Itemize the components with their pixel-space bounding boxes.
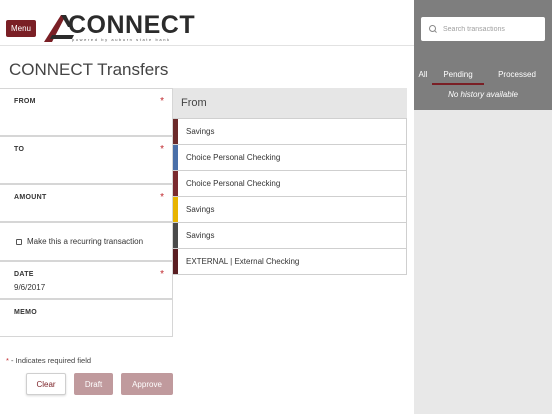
amount-label: AMOUNT bbox=[14, 194, 47, 201]
required-star: * bbox=[160, 96, 164, 107]
account-color-bar bbox=[173, 145, 178, 170]
draft-button[interactable]: Draft bbox=[74, 373, 113, 395]
required-star: * bbox=[160, 269, 164, 280]
transactions-panel-header: All Pending Processed No history availab… bbox=[414, 0, 552, 110]
picker-title: From bbox=[173, 88, 407, 119]
account-list: Savings Choice Personal Checking Choice Pe… bbox=[173, 119, 407, 275]
from-account-picker: From Savings Choice Personal Checking Choi… bbox=[173, 88, 407, 275]
date-value: 9/6/2017 bbox=[14, 283, 46, 292]
to-label: TO bbox=[14, 146, 25, 153]
logo-tagline: powered by Auburn State Bank bbox=[72, 37, 171, 42]
logo-wordmark: CONNECT bbox=[68, 11, 196, 39]
empty-history-text: No history available bbox=[448, 90, 518, 99]
account-option[interactable]: Savings bbox=[173, 119, 407, 145]
transaction-tabs: All Pending Processed bbox=[414, 63, 552, 85]
account-color-bar bbox=[173, 171, 178, 196]
page-title: CONNECT Transfers bbox=[9, 60, 169, 79]
transactions-panel: All Pending Processed No history availab… bbox=[414, 0, 552, 414]
tab-processed[interactable]: Processed bbox=[486, 63, 548, 85]
tab-pending[interactable]: Pending bbox=[432, 63, 484, 85]
memo-field[interactable]: MEMO bbox=[0, 299, 173, 337]
app-header: Menu CONNECT powered by Auburn State Ban… bbox=[0, 0, 414, 46]
account-name: EXTERNAL | External Checking bbox=[186, 257, 300, 266]
approve-button[interactable]: Approve bbox=[121, 373, 173, 395]
account-option[interactable]: Savings bbox=[173, 197, 407, 223]
to-field[interactable]: TO * bbox=[0, 136, 173, 184]
search-icon bbox=[429, 24, 438, 34]
account-name: Choice Personal Checking bbox=[186, 179, 281, 188]
account-name: Choice Personal Checking bbox=[186, 153, 281, 162]
account-color-bar bbox=[173, 223, 178, 248]
from-field[interactable]: FROM * bbox=[0, 88, 173, 136]
menu-button[interactable]: Menu bbox=[6, 20, 36, 37]
required-star: * bbox=[160, 144, 164, 155]
recurring-label[interactable]: Make this a recurring transaction bbox=[27, 237, 143, 246]
account-option[interactable]: Choice Personal Checking bbox=[173, 171, 407, 197]
amount-field[interactable]: AMOUNT * bbox=[0, 184, 173, 222]
account-name: Savings bbox=[186, 205, 215, 214]
active-tab-indicator bbox=[432, 83, 484, 85]
search-input[interactable] bbox=[443, 25, 538, 33]
account-color-bar bbox=[173, 249, 178, 274]
date-field[interactable]: DATE * 9/6/2017 bbox=[0, 261, 173, 299]
account-name: Savings bbox=[186, 231, 215, 240]
clear-button[interactable]: Clear bbox=[26, 373, 66, 395]
date-label: DATE bbox=[14, 271, 34, 278]
required-star: * bbox=[160, 192, 164, 203]
recurring-checkbox[interactable] bbox=[16, 239, 22, 245]
memo-label: MEMO bbox=[14, 309, 37, 316]
account-color-bar bbox=[173, 197, 178, 222]
account-option[interactable]: Choice Personal Checking bbox=[173, 145, 407, 171]
required-note-text: - Indicates required field bbox=[8, 356, 92, 365]
connect-logo: CONNECT powered by Auburn State Bank bbox=[42, 11, 195, 43]
recurring-field: Make this a recurring transaction bbox=[0, 222, 173, 261]
transfer-form: FROM * TO * AMOUNT * Make this a recurri… bbox=[0, 88, 173, 337]
search-box[interactable] bbox=[421, 17, 545, 41]
account-option[interactable]: Savings bbox=[173, 223, 407, 249]
account-option[interactable]: EXTERNAL | External Checking bbox=[173, 249, 407, 275]
account-color-bar bbox=[173, 119, 178, 144]
account-name: Savings bbox=[186, 127, 215, 136]
from-label: FROM bbox=[14, 98, 36, 105]
required-note: * - Indicates required field bbox=[6, 356, 91, 365]
tab-all[interactable]: All bbox=[414, 63, 432, 85]
